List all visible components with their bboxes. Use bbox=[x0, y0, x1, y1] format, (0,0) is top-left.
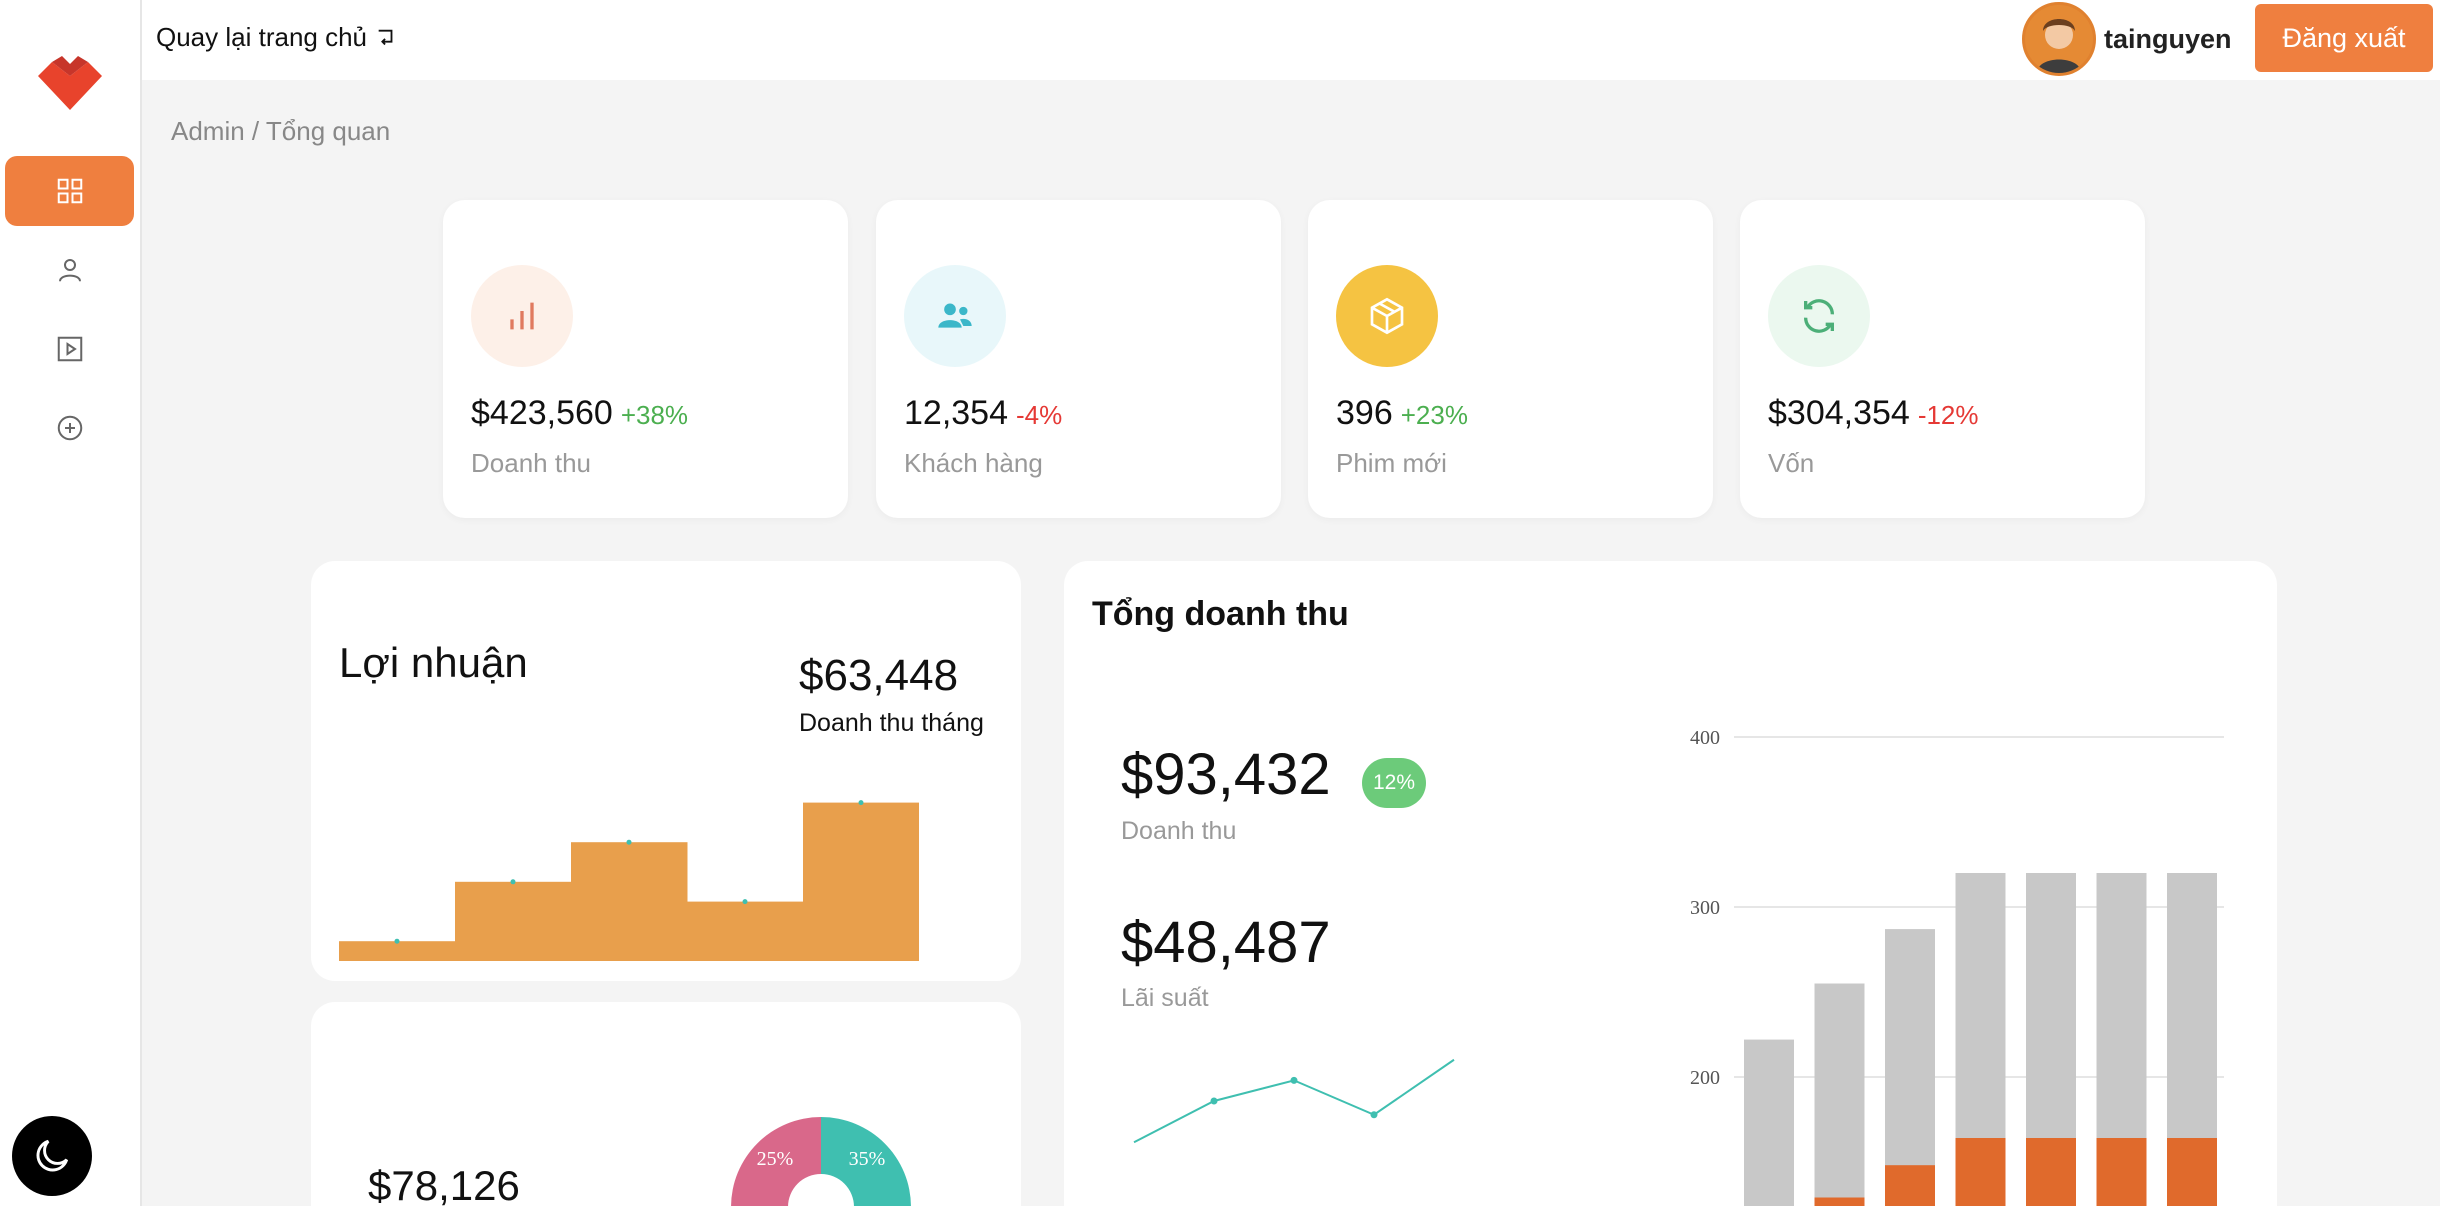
donut-chart: 25% 35% bbox=[731, 1117, 911, 1206]
stat-value: $423,560 +38% bbox=[471, 394, 688, 433]
y-tick-label: 300 bbox=[1690, 897, 1720, 919]
stat-change: +23% bbox=[1400, 400, 1468, 430]
top-header: Quay lại trang chủ tainguyen Đăng xuất bbox=[142, 0, 2440, 80]
line-point bbox=[1210, 1097, 1218, 1105]
stat-change: -4% bbox=[1016, 400, 1063, 430]
step-point bbox=[510, 879, 516, 885]
stat-change: +38% bbox=[620, 400, 689, 430]
donut-label: 25% bbox=[757, 1148, 794, 1170]
sidebar-item-users[interactable] bbox=[5, 235, 134, 305]
stat-card-customers: 12,354 -4% Khách hàng bbox=[876, 200, 1281, 518]
dashboard-icon bbox=[57, 178, 82, 204]
stat-change: -12% bbox=[1917, 400, 1979, 430]
stat-icon-wrap bbox=[1336, 265, 1438, 367]
user-icon bbox=[58, 259, 81, 282]
stat-card-revenue: $423,560 +38% Doanh thu bbox=[443, 200, 848, 518]
sidebar-item-dashboard[interactable] bbox=[5, 156, 134, 226]
bar-part bbox=[1955, 1138, 2006, 1206]
sidebar-item-movies[interactable] bbox=[5, 314, 134, 384]
stat-value: $304,354 -12% bbox=[1768, 394, 1979, 433]
revenue-line-chart bbox=[1133, 1058, 1455, 1144]
total-revenue-card: Tổng doanh thu $93,432 12% Doanh thu $48… bbox=[1064, 561, 2277, 1206]
sidebar bbox=[0, 0, 142, 1206]
bar-total bbox=[1885, 929, 1935, 1206]
profit-card: Lợi nhuận $63,448 Doanh thu tháng bbox=[311, 561, 1021, 981]
profit-title: Lợi nhuận bbox=[339, 639, 528, 686]
add-circle-icon bbox=[57, 415, 82, 441]
profit-subtitle: Doanh thu tháng bbox=[799, 709, 984, 737]
stat-label: Vốn bbox=[1768, 448, 1815, 478]
bar-part bbox=[1814, 1197, 1865, 1206]
box-icon bbox=[1370, 297, 1404, 335]
avatar[interactable] bbox=[2022, 2, 2096, 76]
bar-chart-icon bbox=[510, 302, 534, 330]
interest-label: Lãi suất bbox=[1121, 984, 1209, 1012]
step-point bbox=[742, 899, 748, 905]
interest-value: $48,487 bbox=[1121, 910, 1331, 975]
play-icon bbox=[57, 336, 82, 362]
back-home-label: Quay lại trang chủ bbox=[156, 22, 368, 52]
line-point bbox=[1370, 1111, 1378, 1119]
return-icon bbox=[378, 29, 393, 45]
stat-icon-wrap bbox=[1768, 265, 1870, 367]
logo-icon[interactable] bbox=[34, 52, 106, 112]
step-point bbox=[858, 800, 864, 806]
step-bar bbox=[455, 881, 572, 961]
step-bar bbox=[339, 941, 456, 961]
bar-part bbox=[1885, 1165, 1935, 1206]
stat-value-text: $423,560 bbox=[471, 394, 613, 432]
stat-icon-wrap bbox=[471, 265, 573, 367]
back-home-link[interactable]: Quay lại trang chủ bbox=[156, 22, 397, 53]
theme-toggle-button[interactable] bbox=[12, 1116, 92, 1196]
stat-value: 12,354 -4% bbox=[904, 394, 1062, 433]
sidebar-item-add[interactable] bbox=[5, 393, 134, 463]
bar-part bbox=[2026, 1138, 2076, 1206]
revenue-title: Tổng doanh thu bbox=[1092, 595, 1349, 633]
revenue-bar-chart: 400 300 200 bbox=[1690, 727, 2224, 1206]
stat-card-new-movies: 396 +23% Phim mới bbox=[1308, 200, 1713, 518]
bar-part bbox=[2167, 1138, 2217, 1206]
step-point bbox=[394, 938, 400, 944]
y-tick-label: 400 bbox=[1690, 727, 1720, 749]
revenue-badge: 12% bbox=[1362, 758, 1426, 808]
bar-total bbox=[1814, 983, 1865, 1206]
users-icon bbox=[938, 303, 972, 328]
refresh-icon bbox=[1803, 299, 1835, 333]
moon-icon bbox=[36, 1139, 69, 1172]
profit-value: $63,448 bbox=[799, 651, 959, 700]
stat-icon-wrap bbox=[904, 265, 1006, 367]
bar-part bbox=[2096, 1138, 2147, 1206]
stat-label: Doanh thu bbox=[471, 448, 591, 478]
donut-card: $78,126 25% 35% bbox=[311, 1002, 1021, 1206]
stat-value-text: $304,354 bbox=[1768, 394, 1910, 432]
stat-card-capital: $304,354 -12% Vốn bbox=[1740, 200, 2145, 518]
donut-label: 35% bbox=[849, 1148, 886, 1170]
y-tick-label: 200 bbox=[1690, 1067, 1720, 1089]
stat-label: Phim mới bbox=[1336, 448, 1447, 478]
stat-value-text: 396 bbox=[1336, 394, 1393, 432]
profit-step-chart bbox=[339, 800, 919, 961]
username: tainguyen bbox=[2104, 24, 2232, 54]
donut-value: $78,126 bbox=[368, 1162, 520, 1206]
logout-button[interactable]: Đăng xuất bbox=[2255, 4, 2433, 72]
step-bar bbox=[571, 842, 688, 961]
line-series bbox=[1133, 1058, 1455, 1144]
avatar-image bbox=[2025, 5, 2093, 73]
line-point bbox=[1290, 1076, 1298, 1084]
stat-label: Khách hàng bbox=[904, 448, 1043, 478]
step-bar bbox=[687, 901, 804, 961]
revenue-value: $93,432 bbox=[1121, 742, 1331, 807]
bar-total bbox=[1744, 1039, 1794, 1206]
step-bar bbox=[803, 802, 919, 961]
breadcrumb: Admin / Tổng quan bbox=[171, 116, 391, 146]
step-point bbox=[626, 839, 632, 845]
stat-value-text: 12,354 bbox=[904, 394, 1008, 432]
revenue-label: Doanh thu bbox=[1121, 817, 1237, 845]
stat-value: 396 +23% bbox=[1336, 394, 1468, 433]
